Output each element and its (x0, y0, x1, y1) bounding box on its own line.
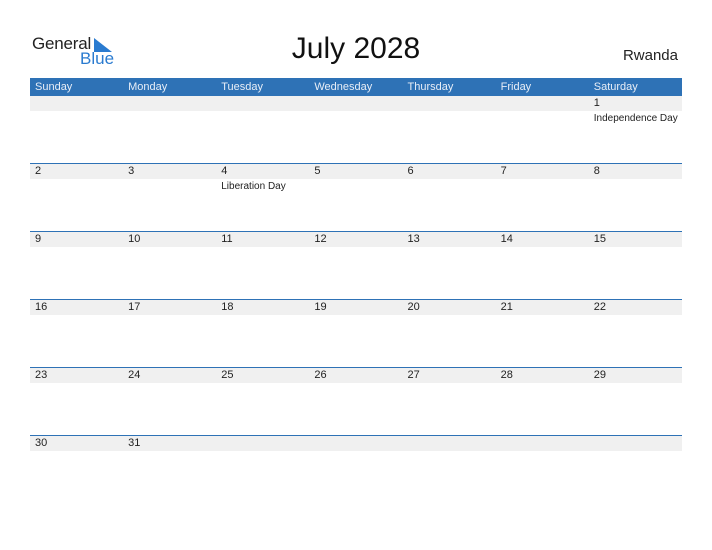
day-number: 10 (128, 233, 141, 245)
day-number: 6 (407, 165, 414, 177)
calendar-week: 16 17 18 19 20 21 22 (30, 299, 682, 367)
day-cell: 30 (30, 436, 123, 496)
calendar-week: 2 3 4 Liberation Day 5 6 7 8 (30, 163, 682, 231)
day-number: 18 (221, 301, 234, 313)
day-cell: 11 (216, 232, 309, 292)
day-number: 28 (500, 369, 513, 381)
day-cell (309, 436, 402, 496)
week-cells: 9 10 11 12 13 14 15 (30, 232, 682, 292)
day-cell: 6 (403, 164, 496, 224)
day-number: 15 (593, 233, 606, 245)
week-cells: 1 Independence Day (30, 96, 682, 156)
day-cell: 9 (30, 232, 123, 292)
day-cell: 1 Independence Day (589, 96, 682, 156)
weekday-wednesday: Wednesday (314, 81, 373, 93)
weekday-thursday: Thursday (407, 81, 454, 93)
day-number: 11 (221, 233, 233, 245)
calendar-week: 23 24 25 26 27 28 29 (30, 367, 682, 435)
country-label: Rwanda (622, 47, 678, 64)
week-cells: 23 24 25 26 27 28 29 (30, 368, 682, 428)
day-cell (496, 96, 589, 156)
day-cell: 4 Liberation Day (216, 164, 309, 224)
day-number: 31 (128, 437, 141, 449)
day-number: 21 (500, 301, 513, 313)
day-number: 12 (314, 233, 327, 245)
day-cell (216, 96, 309, 156)
weekday-header: Sunday Monday Tuesday Wednesday Thursday… (30, 78, 682, 96)
day-cell: 27 (403, 368, 496, 428)
day-number: 29 (593, 369, 606, 381)
day-cell: 24 (123, 368, 216, 428)
day-number: 7 (500, 165, 507, 177)
day-number: 8 (593, 165, 600, 177)
day-number: 3 (128, 165, 135, 177)
day-cell: 29 (589, 368, 682, 428)
day-number: 24 (128, 369, 141, 381)
holiday-label: Independence Day (593, 113, 678, 124)
day-cell (216, 436, 309, 496)
day-cell: 2 (30, 164, 123, 224)
day-number: 30 (35, 437, 48, 449)
day-number: 5 (314, 165, 321, 177)
day-cell (589, 436, 682, 496)
calendar-week: 9 10 11 12 13 14 15 (30, 231, 682, 299)
holiday-label: Liberation Day (221, 181, 286, 192)
day-cell: 22 (589, 300, 682, 360)
day-cell: 21 (496, 300, 589, 360)
weekday-sunday: Sunday (35, 81, 73, 93)
day-cell (309, 96, 402, 156)
weekday-saturday: Saturday (593, 81, 638, 93)
day-number: 13 (407, 233, 420, 245)
day-number: 23 (35, 369, 48, 381)
day-cell (123, 96, 216, 156)
day-cell: 14 (496, 232, 589, 292)
day-number: 9 (35, 233, 42, 245)
day-cell: 13 (403, 232, 496, 292)
day-cell (496, 436, 589, 496)
day-cell: 31 (123, 436, 216, 496)
day-number: 26 (314, 369, 327, 381)
day-cell: 7 (496, 164, 589, 224)
day-cell: 25 (216, 368, 309, 428)
calendar-week: 1 Independence Day (30, 96, 682, 163)
day-cell: 17 (123, 300, 216, 360)
day-number: 20 (407, 301, 420, 313)
day-number: 4 (221, 165, 228, 177)
day-number: 27 (407, 369, 420, 381)
weekday-tuesday: Tuesday (221, 81, 264, 93)
day-number: 25 (221, 369, 234, 381)
calendar-week: 30 31 (30, 435, 682, 503)
week-cells: 16 17 18 19 20 21 22 (30, 300, 682, 360)
week-cells: 30 31 (30, 436, 682, 496)
day-cell: 12 (309, 232, 402, 292)
day-cell: 28 (496, 368, 589, 428)
day-cell: 10 (123, 232, 216, 292)
day-number: 2 (35, 165, 42, 177)
day-cell: 26 (309, 368, 402, 428)
calendar-grid: 1 Independence Day 2 3 4 Liberation Day 5 6 7 8 9 1… (30, 96, 682, 503)
day-number: 22 (593, 301, 606, 313)
day-cell: 8 (589, 164, 682, 224)
day-cell: 23 (30, 368, 123, 428)
calendar-title: July 2028 (291, 32, 421, 65)
day-number: 16 (35, 301, 48, 313)
weekday-monday: Monday (128, 81, 168, 93)
day-cell: 5 (309, 164, 402, 224)
day-cell: 18 (216, 300, 309, 360)
day-cell: 15 (589, 232, 682, 292)
day-cell: 16 (30, 300, 123, 360)
week-cells: 2 3 4 Liberation Day 5 6 7 8 (30, 164, 682, 224)
day-number: 1 (593, 97, 600, 109)
day-number: 19 (314, 301, 327, 313)
day-number: 17 (128, 301, 141, 313)
day-cell: 19 (309, 300, 402, 360)
day-cell: 20 (403, 300, 496, 360)
day-cell (403, 436, 496, 496)
day-cell (403, 96, 496, 156)
day-cell (30, 96, 123, 156)
day-cell: 3 (123, 164, 216, 224)
day-number: 14 (500, 233, 513, 245)
weekday-friday: Friday (500, 81, 532, 93)
